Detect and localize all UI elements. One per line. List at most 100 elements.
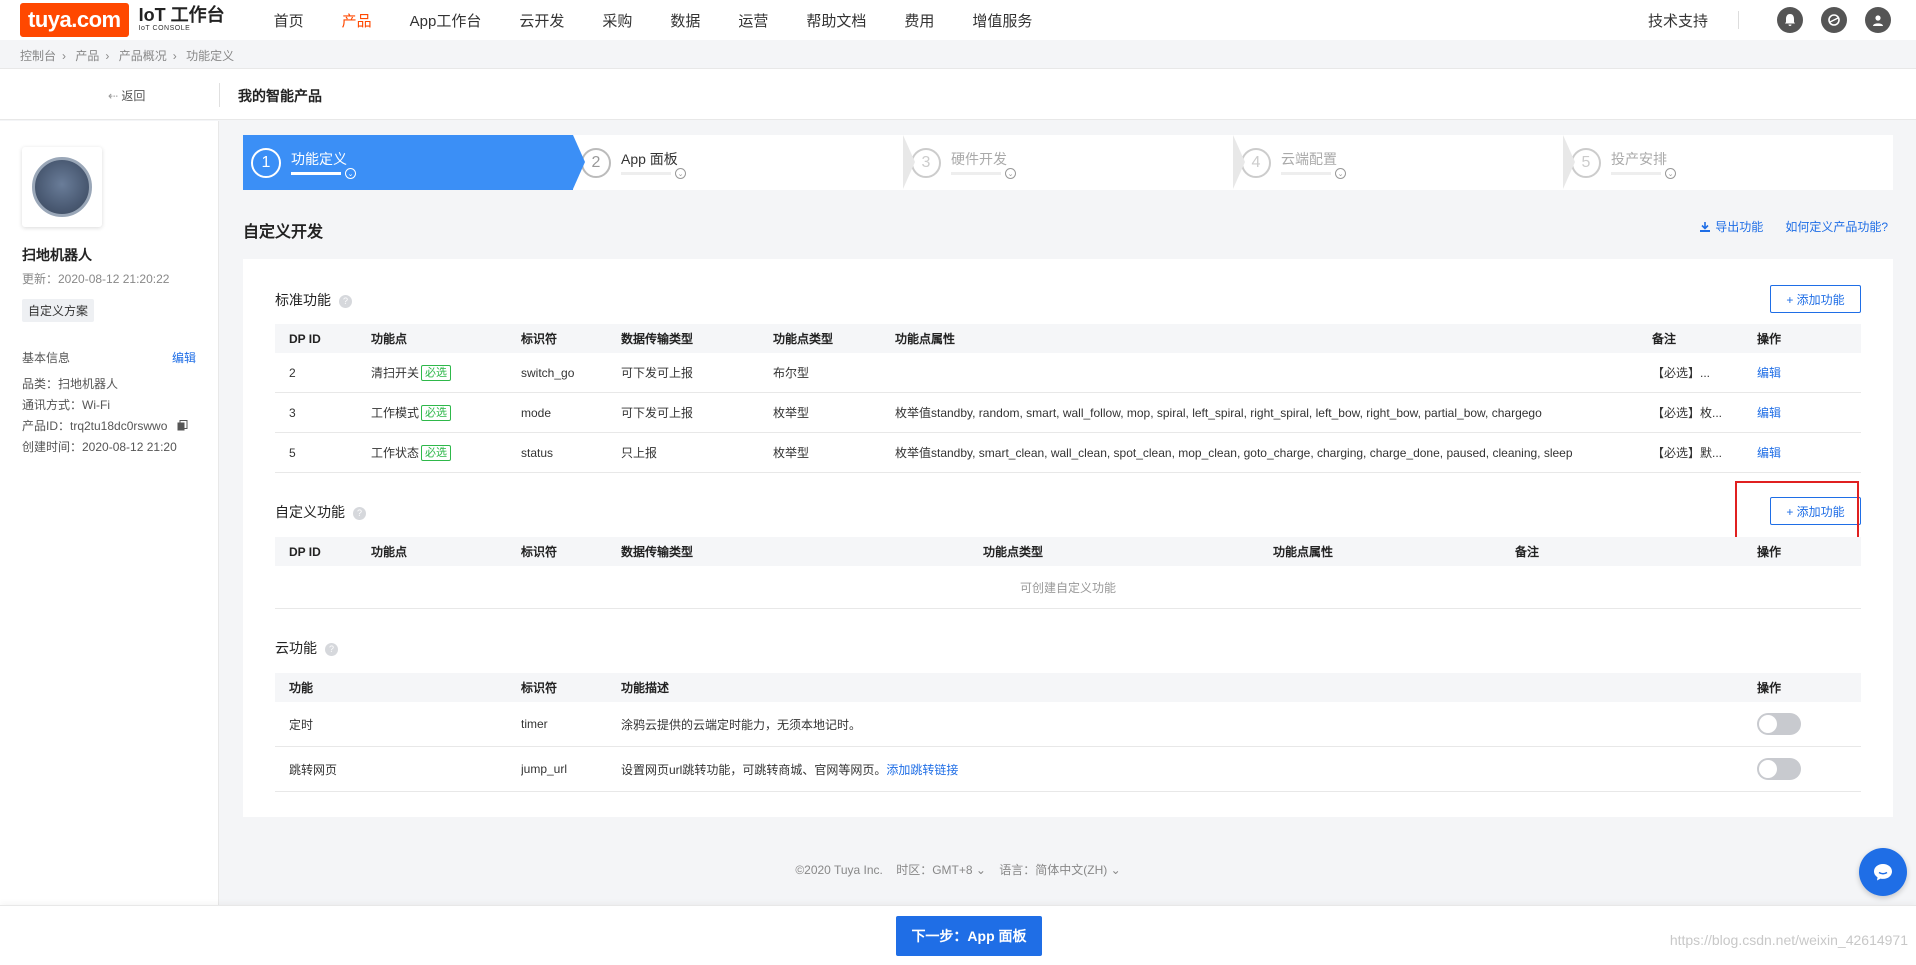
- custom-table-header: DP ID 功能点 标识符 数据传输类型 功能点类型 功能点属性 备注 操作: [275, 537, 1861, 566]
- chevron-right-icon: ›: [62, 49, 67, 63]
- chevron-down-icon: ⌄: [1335, 168, 1346, 179]
- nav-purchase[interactable]: 采购: [602, 10, 632, 31]
- step-hardware-dev[interactable]: 3 硬件开发 ⌄: [903, 135, 1245, 190]
- language-select[interactable]: 语言：简体中文(ZH): [999, 863, 1107, 877]
- edit-basic-info-link[interactable]: 编辑: [172, 349, 196, 366]
- chevron-right-icon: ›: [105, 49, 110, 63]
- step-progress-bar: [621, 172, 671, 175]
- logo-badge: tuya.com: [20, 3, 129, 37]
- next-step-button[interactable]: 下一步：App 面板: [896, 916, 1042, 956]
- basic-info-label: 基本信息: [22, 351, 71, 365]
- chevron-down-icon: ⌄: [1005, 168, 1016, 179]
- table-row: 定时 timer 涂鸦云提供的云端定时能力，无须本地记时。: [275, 702, 1861, 747]
- back-arrow-icon: ⇠: [108, 89, 119, 103]
- empty-state: 可创建自定义功能: [275, 566, 1861, 609]
- logo-title: IoT 工作台: [138, 5, 225, 25]
- copy-icon[interactable]: [177, 420, 188, 434]
- logo-subtitle: IoT CONSOLE: [138, 25, 191, 32]
- help-icon[interactable]: ?: [325, 643, 338, 656]
- download-icon: [1700, 221, 1711, 232]
- divider: [219, 83, 220, 107]
- add-jump-link[interactable]: 添加跳转链接: [886, 761, 958, 778]
- nav-operation[interactable]: 运营: [738, 10, 768, 31]
- required-badge: 必选: [421, 444, 452, 461]
- required-badge: 必选: [421, 404, 452, 421]
- nav-product[interactable]: 产品: [342, 10, 372, 31]
- edit-link[interactable]: 编辑: [1757, 433, 1781, 472]
- table-row: 跳转网页 jump_url 设置网页url跳转功能，可跳转商城、官网等网页。 添加…: [275, 747, 1861, 792]
- solution-tag: 自定义方案: [22, 299, 95, 322]
- help-icon[interactable]: ?: [353, 507, 366, 520]
- step-cloud-config[interactable]: 4 云端配置 ⌄: [1233, 135, 1575, 190]
- nav-data[interactable]: 数据: [670, 10, 700, 31]
- nav-app-workbench[interactable]: App工作台: [410, 10, 482, 31]
- step-function-definition[interactable]: 1 功能定义 ⌄: [243, 135, 585, 190]
- watermark: https://blog.csdn.net/weixin_42614971: [1669, 932, 1908, 948]
- table-row: 2 清扫开关 必选 switch_go 可下发可上报 布尔型 【必选】... 编辑: [275, 353, 1861, 393]
- chevron-down-icon: ⌄: [972, 863, 986, 877]
- step-progress-bar: [1281, 172, 1331, 175]
- product-image: [22, 147, 102, 227]
- product-protocol: 通讯方式：Wi-Fi: [22, 398, 110, 412]
- product-updated: 更新：2020-08-12 21:20:22: [22, 272, 170, 286]
- step-app-panel[interactable]: 2 App 面板 ⌄: [573, 135, 915, 190]
- how-to-define-link[interactable]: 如何定义产品功能?: [1785, 218, 1888, 235]
- main-nav: 首页 产品 App工作台 云开发 采购 数据 运营 帮助文档 费用 增值服务: [255, 10, 1052, 31]
- top-navbar: tuya.com IoT 工作台 IoT CONSOLE 首页 产品 App工作…: [0, 0, 1916, 40]
- step-production[interactable]: 5 投产安排 ⌄: [1563, 135, 1893, 190]
- table-row: 5 工作状态 必选 status 只上报 枚举型 枚举值standby, smar…: [275, 433, 1861, 473]
- standard-table-header: DP ID 功能点 标识符 数据传输类型 功能点类型 功能点属性 备注 操作: [275, 324, 1861, 353]
- export-functions-link[interactable]: 导出功能: [1699, 218, 1763, 235]
- tuya-logo[interactable]: tuya.com IoT 工作台 IoT CONSOLE: [20, 3, 225, 37]
- breadcrumb-console[interactable]: 控制台: [20, 49, 56, 63]
- jump-url-toggle[interactable]: [1757, 758, 1801, 780]
- user-icon[interactable]: [1865, 7, 1891, 33]
- timezone-select[interactable]: 时区：GMT+8: [896, 863, 972, 877]
- cloud-functions-title: 云功能: [275, 640, 317, 656]
- chat-bubble-icon[interactable]: [1821, 7, 1847, 33]
- breadcrumb-product[interactable]: 产品: [75, 49, 99, 63]
- chevron-down-icon: ⌄: [675, 168, 686, 179]
- section-title: 自定义开发: [243, 224, 324, 241]
- breadcrumb-overview[interactable]: 产品概况: [119, 49, 167, 63]
- bottom-action-bar: 下一步：App 面板 https://blog.csdn.net/weixin_…: [0, 905, 1916, 965]
- nav-home[interactable]: 首页: [274, 10, 304, 31]
- product-sidebar: 扫地机器人 更新：2020-08-12 21:20:22 自定义方案 基本信息 …: [0, 121, 219, 965]
- divider: [1738, 11, 1739, 29]
- breadcrumb: 控制台 › 产品 › 产品概况 › 功能定义: [20, 47, 240, 64]
- product-id: 产品ID：trq2tu18dc0rswwo: [22, 419, 168, 433]
- product-created: 创建时间：2020-08-12 21:20: [22, 440, 177, 454]
- nav-value-added[interactable]: 增值服务: [972, 10, 1032, 31]
- page-title: 我的智能产品: [238, 88, 322, 104]
- bell-icon[interactable]: [1777, 7, 1803, 33]
- chevron-right-icon: ›: [172, 49, 177, 63]
- product-category: 品类：扫地机器人: [22, 377, 119, 391]
- cloud-table-header: 功能 标识符 功能描述 操作: [275, 673, 1861, 702]
- required-badge: 必选: [421, 364, 452, 381]
- nav-help-docs[interactable]: 帮助文档: [806, 10, 866, 31]
- product-name: 扫地机器人: [22, 247, 92, 263]
- chevron-down-icon: ⌄: [1665, 168, 1676, 179]
- nav-fees[interactable]: 费用: [904, 10, 934, 31]
- back-button[interactable]: ⇠ 返回: [108, 87, 145, 104]
- add-standard-function-button[interactable]: + 添加功能: [1770, 285, 1861, 313]
- standard-functions-title: 标准功能: [275, 292, 331, 308]
- tech-support-link[interactable]: 技术支持: [1648, 10, 1708, 31]
- copyright: ©2020 Tuya Inc.: [795, 863, 883, 877]
- edit-link[interactable]: 编辑: [1757, 353, 1781, 392]
- chevron-down-icon: ⌄: [345, 168, 356, 179]
- table-row: 3 工作模式 必选 mode 可下发可上报 枚举型 枚举值standby, ran…: [275, 393, 1861, 433]
- breadcrumb-current: 功能定义: [186, 49, 235, 63]
- timer-toggle[interactable]: [1757, 713, 1801, 735]
- edit-link[interactable]: 编辑: [1757, 393, 1781, 432]
- sub-header: ⇠ 返回 我的智能产品: [0, 68, 1916, 120]
- chat-support-icon[interactable]: [1859, 848, 1907, 896]
- help-icon[interactable]: ?: [339, 295, 352, 308]
- step-progress-bar: [951, 172, 1001, 175]
- page-footer: ©2020 Tuya Inc. 时区：GMT+8 ⌄ 语言：简体中文(ZH) ⌄: [0, 861, 1916, 878]
- nav-cloud-dev[interactable]: 云开发: [519, 10, 564, 31]
- robot-vacuum-icon: [32, 157, 92, 217]
- step-progress-bar: [1611, 172, 1661, 175]
- chevron-down-icon: ⌄: [1107, 863, 1121, 877]
- custom-functions-title: 自定义功能: [275, 504, 345, 520]
